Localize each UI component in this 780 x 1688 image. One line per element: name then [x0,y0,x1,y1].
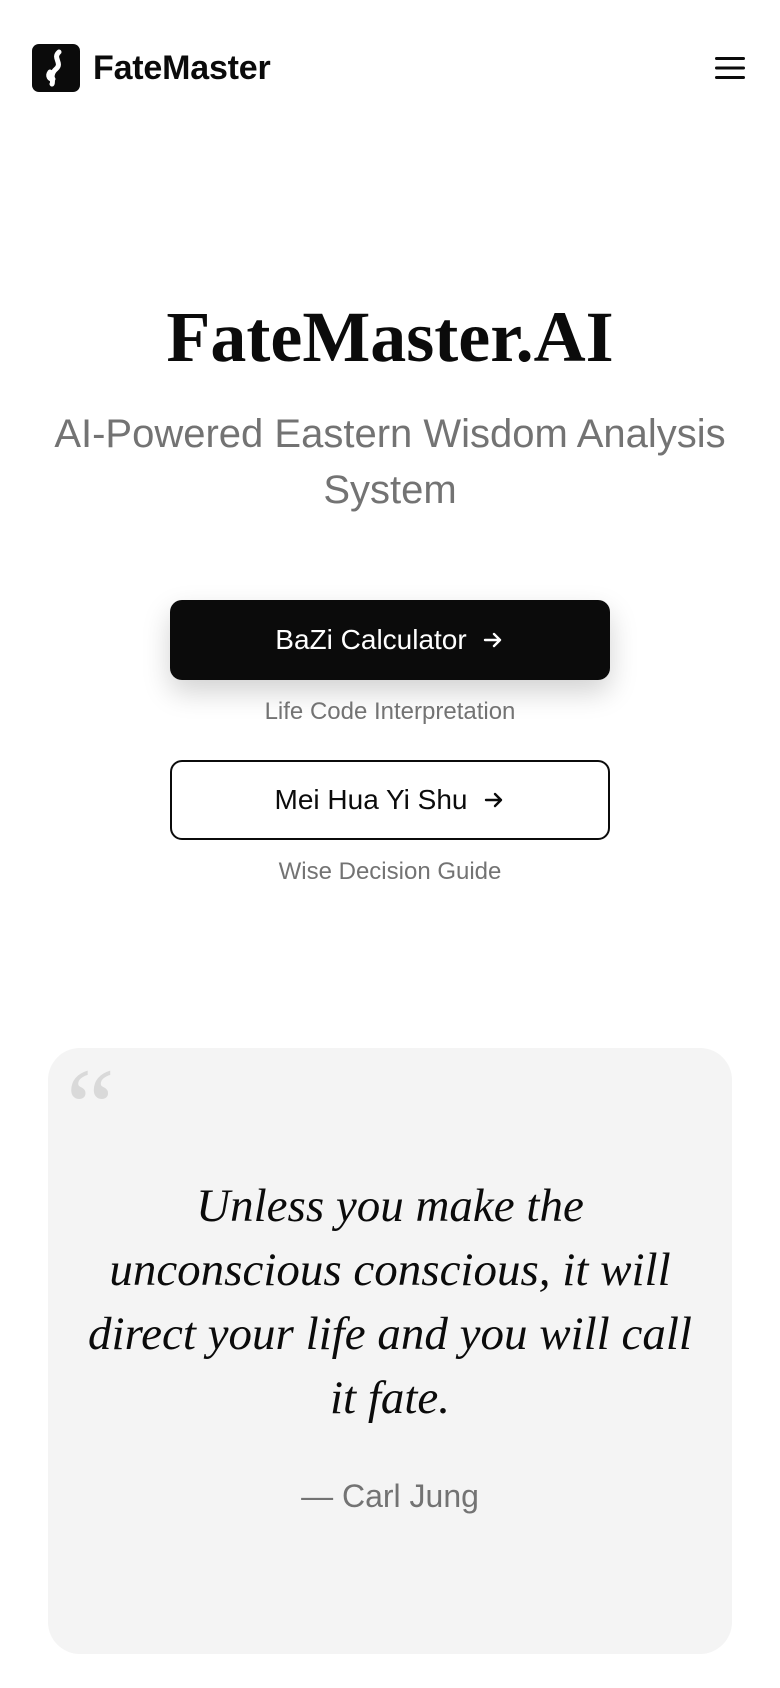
bazi-calculator-caption: Life Code Interpretation [264,698,516,725]
hamburger-menu-icon[interactable] [713,51,747,85]
mei-hua-yi-shu-caption: Wise Decision Guide [278,858,502,885]
quote-card: “ Unless you make the unconscious consci… [48,1048,732,1654]
hero-subtitle: AI-Powered Eastern Wisdom Analysis Syste… [54,412,726,512]
hero-title: FateMaster.AI [166,297,614,377]
fate-logo-icon [32,44,80,92]
bazi-calculator-button[interactable]: BaZi Calculator [170,600,610,680]
mei-hua-yi-shu-label: Mei Hua Yi Shu [274,784,468,815]
quote-author: — Carl Jung [301,1478,479,1514]
quote-text: Unless you make the unconscious consciou… [88,1180,692,1424]
bazi-calculator-label: BaZi Calculator [275,624,467,655]
brand-name: FateMaster [93,48,271,87]
site-header: FateMaster [0,0,780,136]
mei-hua-yi-shu-button[interactable]: Mei Hua Yi Shu [170,760,610,840]
arrow-right-icon [484,792,502,808]
arrow-right-icon [483,632,501,648]
quote-mark-icon: “ [66,1046,115,1168]
brand[interactable]: FateMaster [32,44,271,92]
